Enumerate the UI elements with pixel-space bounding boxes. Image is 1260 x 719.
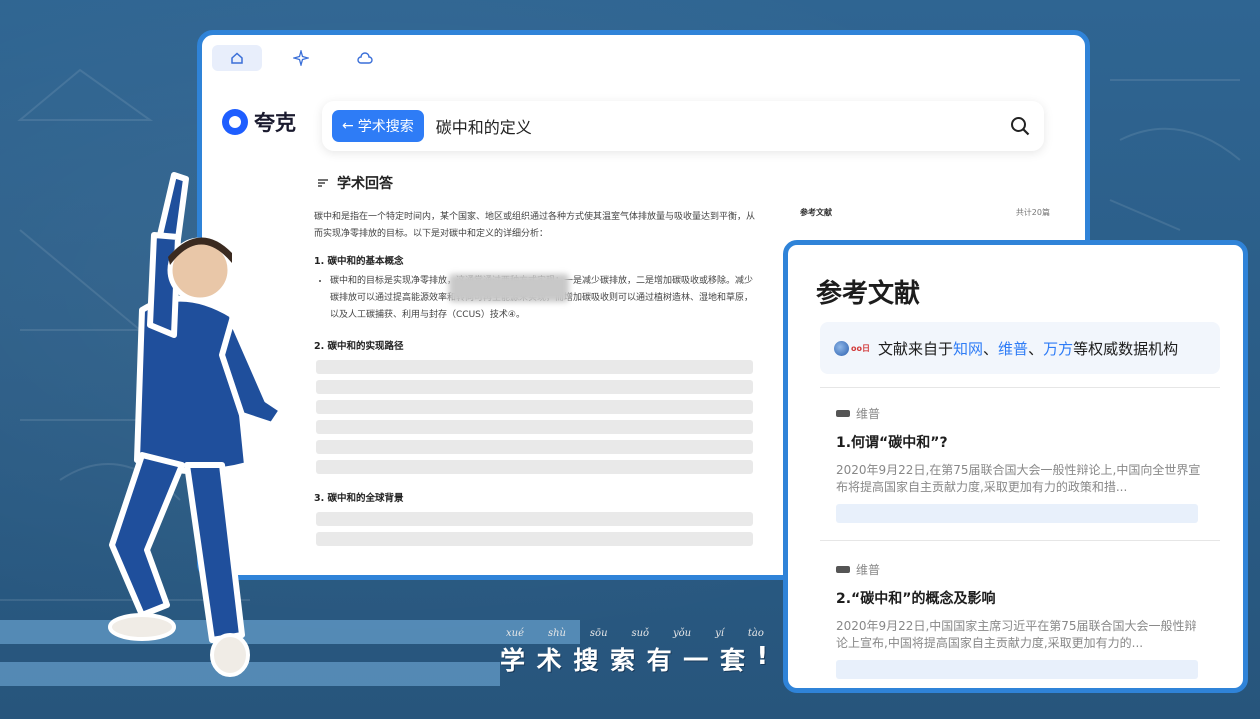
- pinyin-syllable: shù: [547, 628, 566, 639]
- slogan-char: 索: [609, 646, 637, 675]
- data-sources-text: 文献来自于知网、维普、万方等权威数据机构: [878, 338, 1178, 359]
- reference-action-bar: [836, 660, 1198, 679]
- section-title-3: 3. 碳中和的全球背景: [314, 493, 404, 504]
- answer-intro: 碳中和是指在一个特定时间内，某个国家、地区或组织通过各种方式使其温室气体排放量与…: [314, 212, 756, 239]
- section-title-2: 2. 碳中和的实现路径: [314, 341, 404, 352]
- quark-logo-icon: [222, 109, 248, 135]
- sparkle-icon: [293, 50, 309, 66]
- globe-icon: [834, 340, 849, 356]
- references-count: 共计20篇: [1015, 208, 1050, 217]
- cloud-icon: [357, 52, 373, 64]
- section-3-skeleton: [314, 512, 759, 546]
- sources-suffix: 等权威数据机构: [1073, 339, 1179, 358]
- slogan-char: 术: [536, 646, 564, 675]
- vip-source-icon: [836, 410, 850, 417]
- source-vip[interactable]: 维普: [998, 340, 1028, 358]
- reference-title[interactable]: 1.何谓“碳中和”?: [836, 432, 1206, 452]
- skeleton-line: [316, 400, 753, 414]
- cnki-logo-mark: oo日: [851, 343, 870, 353]
- references-panel: 参考文献 oo日 文献来自于知网、维普、万方等权威数据机构 维普 1.何谓“碳中…: [783, 240, 1248, 693]
- arrow-left-icon: ←: [342, 118, 354, 134]
- skeleton-line: [316, 532, 753, 546]
- slogan-char: 有: [646, 646, 674, 675]
- references-title: 参考文献: [816, 279, 921, 309]
- blurred-text: [449, 274, 569, 302]
- skeleton-line: [316, 360, 753, 374]
- search-button[interactable]: [1006, 112, 1034, 140]
- vip-source-icon: [836, 566, 850, 573]
- slogan-char: 学: [500, 646, 528, 675]
- skeleton-line: [316, 440, 753, 454]
- slogan-char: 套: [719, 646, 747, 675]
- answer-title: 学术回答: [337, 176, 393, 192]
- sources-prefix: 文献来自于: [878, 339, 954, 358]
- academic-search-chip[interactable]: ← 学术搜索: [332, 110, 424, 142]
- skeleton-line: [316, 380, 753, 394]
- references-summary: 参考文献 共计20篇: [800, 207, 1050, 218]
- cnki-logo-icon: oo日: [834, 339, 870, 357]
- pinyin-syllable: xué: [506, 628, 524, 639]
- skeleton-line: [316, 420, 753, 434]
- slogan-char: !: [756, 641, 770, 670]
- slogan: xué shù sōu suǒ yǒu yí tào 学 术 搜 索 有 一 套…: [500, 628, 770, 677]
- answer-header: 学术回答: [317, 173, 759, 193]
- search-icon: [1011, 117, 1030, 136]
- brand-logo[interactable]: 夸克: [222, 107, 296, 137]
- divider: [820, 387, 1220, 388]
- reference-item[interactable]: 维普 1.何谓“碳中和”? 2020年9月22日,在第75届联合国大会一般性辩论…: [836, 405, 1206, 523]
- home-icon: [231, 52, 243, 64]
- reference-item[interactable]: 维普 2.“碳中和”的概念及影响 2020年9月22日,中国国家主席习近平在第7…: [836, 561, 1206, 679]
- data-sources-box: oo日 文献来自于知网、维普、万方等权威数据机构: [820, 322, 1220, 374]
- search-input[interactable]: 碳中和的定义: [436, 114, 1006, 138]
- reference-action-bar: [836, 504, 1198, 523]
- slogan-char: 一: [683, 646, 711, 675]
- pinyin-syllable: tào: [747, 628, 764, 639]
- skeleton-line: [316, 460, 753, 474]
- section-2-skeleton: [314, 360, 759, 474]
- source-wanfang[interactable]: 万方: [1043, 340, 1073, 358]
- slogan-pinyin: xué shù sōu suǒ yǒu yí tào: [500, 628, 770, 639]
- reference-title[interactable]: 2.“碳中和”的概念及影响: [836, 588, 1206, 608]
- pinyin-syllable: yǒu: [673, 628, 692, 639]
- divider: [820, 540, 1220, 541]
- skeleton-line: [316, 512, 753, 526]
- dancer-figure: [108, 172, 285, 677]
- reference-source: 维普: [836, 405, 1206, 422]
- pinyin-syllable: suǒ: [631, 628, 650, 639]
- slogan-text: 学 术 搜 索 有 一 套 !: [500, 641, 770, 677]
- tab-ai[interactable]: [276, 45, 326, 71]
- search-bar[interactable]: ← 学术搜索 碳中和的定义: [322, 101, 1044, 151]
- pinyin-syllable: sōu: [589, 628, 608, 639]
- tab-bar: [212, 45, 390, 71]
- reference-source-name: 维普: [856, 407, 881, 421]
- sources-separator: 、: [983, 339, 999, 358]
- reference-snippet: 2020年9月22日,在第75届联合国大会一般性辩论上,中国向全世界宣布将提高国…: [836, 463, 1201, 494]
- tab-cloud[interactable]: [340, 45, 390, 71]
- brand-name: 夸克: [254, 111, 296, 135]
- answer-list-icon: [318, 179, 328, 187]
- source-cnki[interactable]: 知网: [953, 340, 983, 358]
- academic-answer: 学术回答 碳中和是指在一个特定时间内，某个国家、地区或组织通过各种方式使其温室气…: [314, 173, 759, 546]
- section-title-1: 1. 碳中和的基本概念: [314, 256, 404, 267]
- reference-source: 维普: [836, 561, 1206, 578]
- references-label: 参考文献: [800, 208, 832, 217]
- slogan-char: 搜: [573, 646, 601, 675]
- academic-search-label: 学术搜索: [357, 119, 414, 135]
- sources-separator: 、: [1028, 339, 1044, 358]
- tab-home[interactable]: [212, 45, 262, 71]
- reference-snippet: 2020年9月22日,中国国家主席习近平在第75届联合国大会一般性辩论上宣布,中…: [836, 619, 1197, 650]
- pinyin-syllable: yí: [715, 628, 724, 639]
- reference-source-name: 维普: [856, 563, 881, 577]
